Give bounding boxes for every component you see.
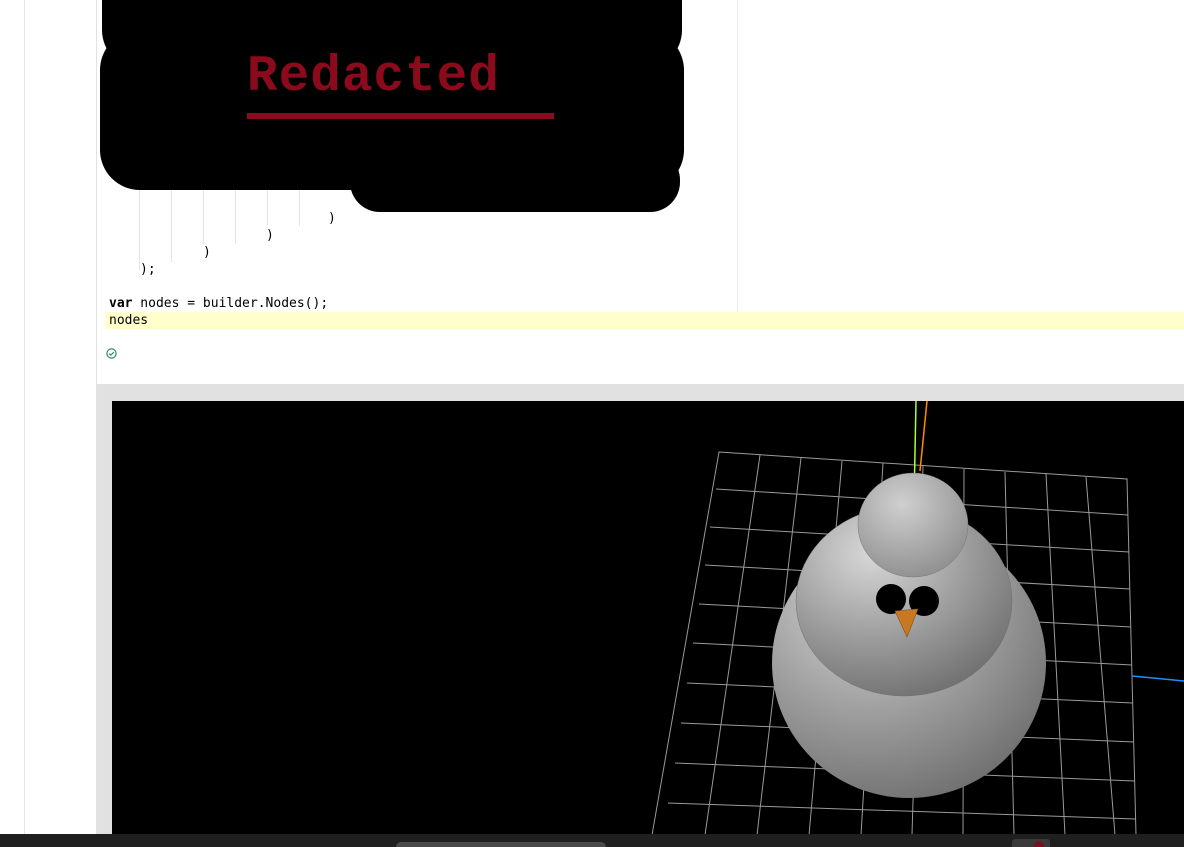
code-line: ); [140,262,156,277]
check-circle-icon [106,348,117,359]
3d-viewport[interactable] [112,401,1184,835]
left-eye [876,584,906,614]
snowman-head [857,472,969,578]
z-axis-line [919,401,928,472]
taskbar-search[interactable] [396,842,606,847]
current-line[interactable]: nodes [109,312,148,329]
app-icon [1034,841,1044,847]
cell-gutter [25,0,97,834]
code-line: ) [266,228,274,243]
3d-scene [651,401,1184,835]
taskbar-app-button[interactable] [1012,839,1050,847]
redaction-underline [247,113,554,119]
cell-divider [737,0,738,311]
x-axis-line [1131,675,1184,682]
code-line: ) [203,245,211,260]
redaction-label: Redacted [247,49,500,106]
current-line-highlight [105,312,1184,329]
editor-left-margin [0,0,25,834]
statement-text: nodes = builder.Nodes(); [132,296,329,311]
keyword-var: var [109,296,133,311]
code-line: ) [328,211,336,226]
code-line-var-nodes: var nodes = builder.Nodes(); [109,295,328,312]
